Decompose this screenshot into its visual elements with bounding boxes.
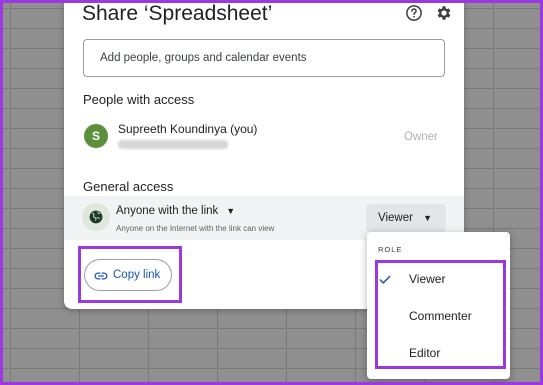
image-border [0,0,543,385]
